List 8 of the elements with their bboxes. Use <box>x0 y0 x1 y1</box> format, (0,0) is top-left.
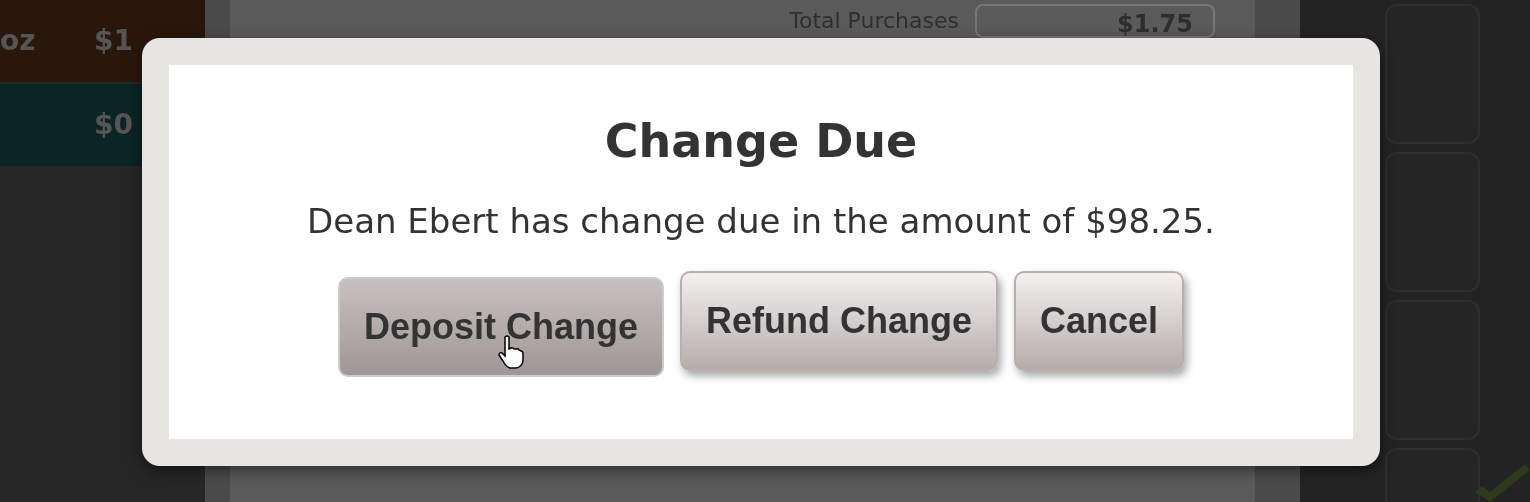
product-name: oz <box>0 23 36 59</box>
product-price: $1 <box>94 23 133 59</box>
dialog-title: Change Due <box>604 113 918 170</box>
dialog-button[interactable]: Refund Change <box>680 271 998 371</box>
dialog-button[interactable]: Deposit Change <box>337 277 664 377</box>
product-price: $0 <box>94 107 133 143</box>
dialog-button[interactable]: Cancel <box>1014 271 1185 371</box>
dialog-message: Dean Ebert has change due in the amount of $98.25. <box>307 200 1215 243</box>
